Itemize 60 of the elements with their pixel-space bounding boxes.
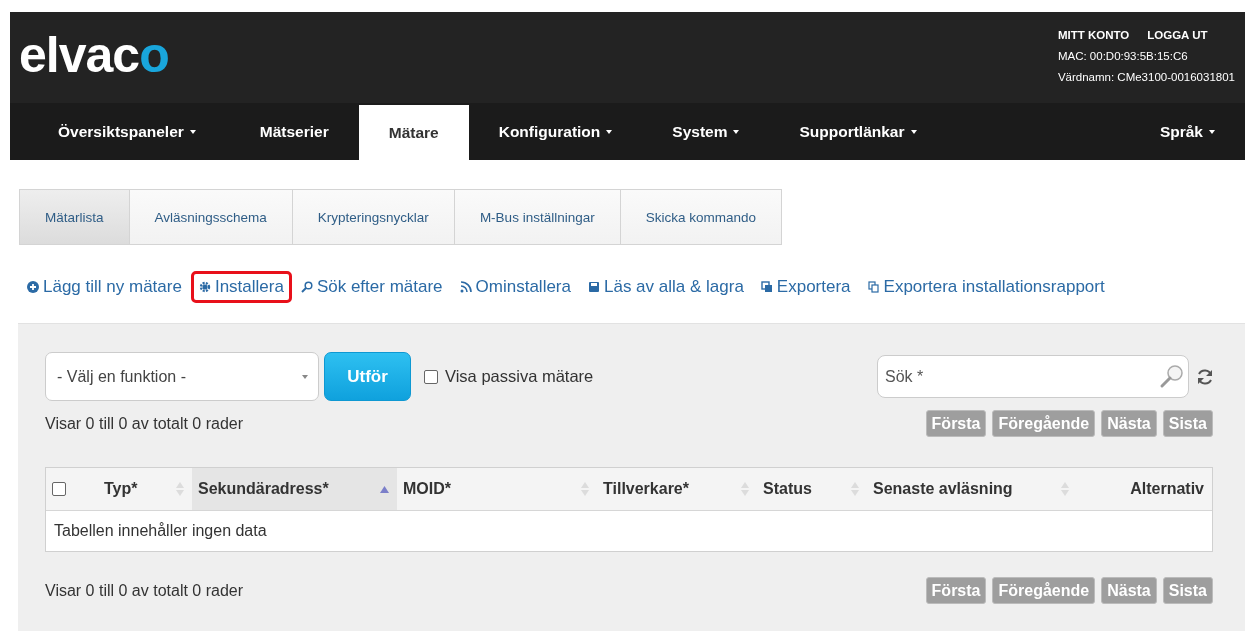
nav-menu-item[interactable]: Supportlänkar — [769, 103, 947, 160]
action-link[interactable]: Exportera installationsrapport — [859, 271, 1113, 303]
tab[interactable]: Mätarlista — [20, 190, 130, 244]
records-info: Visar 0 till 0 av totalt 0 rader — [45, 581, 244, 600]
action-link[interactable]: Exportera — [752, 271, 859, 303]
empty-table-message: Tabellen innehåller ingen data — [53, 521, 268, 541]
select-all-checkbox[interactable] — [52, 482, 66, 496]
sort-ascending-icon[interactable] — [380, 485, 389, 493]
action-link[interactable]: Ominstallera — [451, 271, 579, 303]
column-header[interactable]: Alternativ — [1077, 468, 1212, 510]
checkbox-label: Visa passiva mätare — [445, 367, 594, 386]
sort-icon[interactable] — [741, 482, 749, 496]
account-link[interactable]: LOGGA UT — [1147, 29, 1208, 41]
column-header[interactable]: MOID* — [397, 468, 597, 510]
gear-icon — [198, 281, 211, 293]
caret-icon — [606, 129, 613, 134]
nav-menu-item[interactable]: System — [642, 103, 770, 160]
refresh-icon[interactable] — [1195, 366, 1215, 387]
records-info: Visar 0 till 0 av totalt 0 rader — [45, 414, 244, 433]
account-link[interactable]: MITT KONTO — [1057, 29, 1130, 41]
caret-icon — [189, 129, 196, 134]
action-link[interactable]: Sök efter mätare — [292, 271, 451, 303]
action-link[interactable]: Lägg till ny mätare — [19, 271, 190, 303]
column-header[interactable]: Sekundäradress* — [192, 468, 397, 510]
column-header[interactable]: Status — [757, 468, 867, 510]
column-header[interactable]: Senaste avläsning — [867, 468, 1077, 510]
plus-circle-icon — [27, 281, 39, 293]
caret-icon — [1209, 129, 1215, 134]
sort-icon[interactable] — [176, 482, 184, 496]
column-header[interactable]: Tillverkare* — [597, 468, 757, 510]
feed-icon — [459, 281, 472, 293]
search-field[interactable]: Sök * — [877, 355, 1189, 398]
nav-menu-item[interactable]: Mätare — [358, 105, 469, 160]
checkbox[interactable] — [424, 369, 438, 384]
mac-address: MAC: 00:D0:93:5B:15:C6 — [1057, 50, 1189, 62]
function-select[interactable]: - Välj en funktion - — [45, 352, 319, 401]
caret-icon — [733, 129, 740, 134]
action-link[interactable]: Läs av alla & lagra — [580, 271, 752, 303]
tab[interactable]: Krypteringsnycklar — [292, 190, 455, 244]
action-link[interactable]: Installera — [190, 271, 292, 303]
hostname: Värdnamn: CMe3100-0016031801 — [1057, 71, 1235, 83]
search-icon — [1159, 363, 1185, 389]
copy-icon — [867, 281, 880, 293]
tab[interactable]: M-Bus inställningar — [454, 190, 621, 244]
nav-menu-item[interactable]: Mätserier — [229, 103, 359, 160]
save-icon — [588, 281, 600, 293]
nav-menu-item[interactable]: Språk — [1129, 103, 1245, 160]
sort-icon[interactable] — [581, 482, 589, 496]
sort-icon[interactable] — [1061, 482, 1069, 496]
caret-icon — [910, 129, 917, 134]
caret-icon — [302, 374, 308, 379]
logo[interactable]: elvaco — [19, 26, 169, 84]
tab[interactable]: Avläsningsschema — [129, 190, 293, 244]
column-header[interactable]: Typ* — [98, 468, 192, 510]
search-icon — [300, 281, 313, 293]
copy-icon — [760, 281, 773, 293]
sort-icon[interactable] — [851, 482, 859, 496]
nav-menu-item[interactable]: Konfiguration — [468, 103, 643, 160]
nav-menu-item[interactable]: Översiktspaneler — [24, 103, 230, 160]
tab[interactable]: Skicka kommando — [620, 190, 781, 244]
